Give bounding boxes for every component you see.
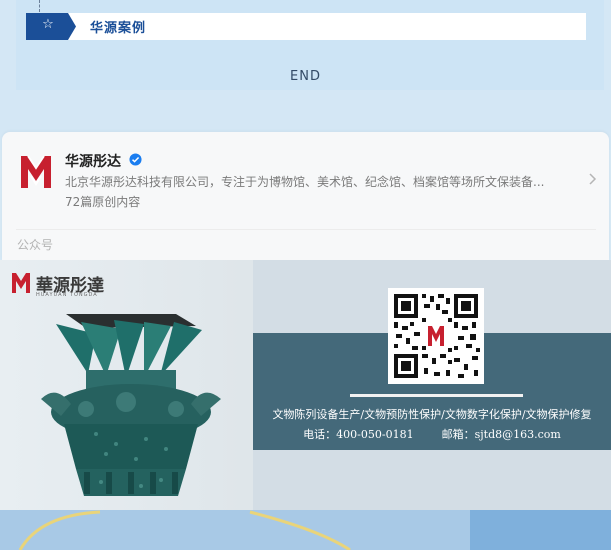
account-description: 北京华源彤达科技有限公司，专注于为博物馆、美术馆、纪念馆、档案馆等场所文保装备.…	[65, 175, 545, 189]
card-divider	[16, 229, 596, 230]
article-count: 72篇原创内容	[65, 195, 141, 209]
star-icon: ☆	[42, 17, 54, 32]
email-address: 邮箱：sjtd8@163.com	[441, 428, 561, 441]
banner-divider	[350, 394, 523, 397]
section-title: 华源案例	[90, 21, 147, 36]
huayuan-logo	[21, 155, 51, 188]
company-banner: 華源彤達 HUAYUAN TONGDA 文物陈列设备生产/文物预防性保护/文物数…	[0, 260, 611, 510]
account-card[interactable]: 华源彤达 北京华源彤达科技有限公司，专注于为博物馆、美术馆、纪念馆、档案馆等场所…	[2, 132, 609, 260]
contact-info: 电话：400-050-0181 邮箱：sjtd8@163.com	[253, 426, 611, 442]
brand-subtitle: HUAYUAN TONGDA	[36, 292, 98, 298]
dotted-connector	[39, 0, 40, 12]
phone-number: 电话：400-050-0181	[303, 428, 414, 441]
account-name[interactable]: 华源彤达	[65, 151, 121, 171]
verified-badge-icon	[129, 153, 142, 166]
brand-logo-icon	[12, 273, 30, 293]
bronze-vessel-image	[41, 314, 221, 496]
chevron-right-icon[interactable]	[588, 172, 598, 186]
account-type-label: 公众号	[17, 238, 54, 252]
end-label: END	[290, 69, 321, 84]
footer-curves	[18, 510, 351, 550]
qr-code-icon	[388, 288, 484, 384]
service-list: 文物陈列设备生产/文物预防性保护/文物数字化保护/文物保护修复	[272, 408, 592, 421]
